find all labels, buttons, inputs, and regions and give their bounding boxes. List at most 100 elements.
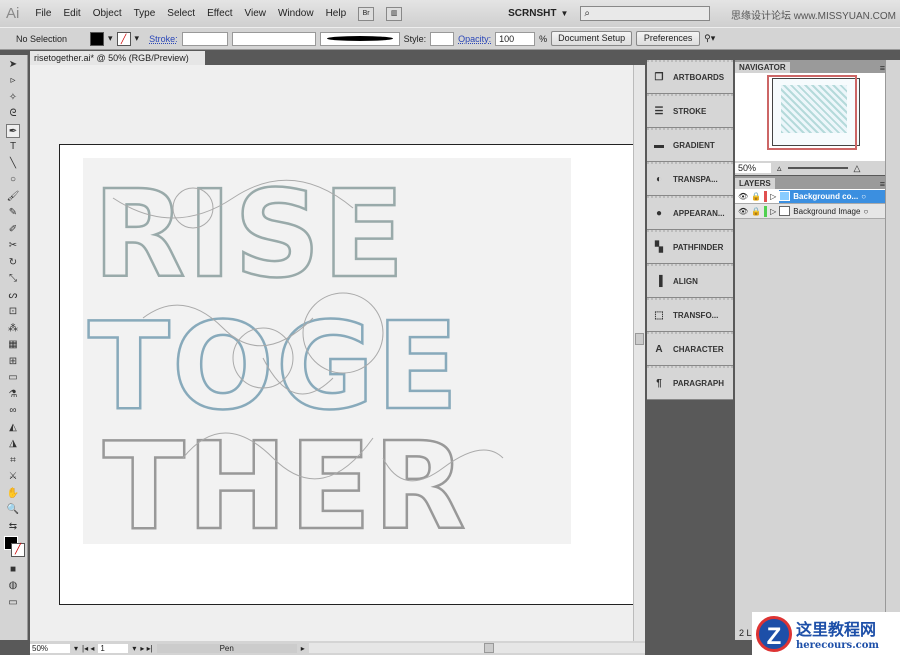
appearance-panel-button[interactable]: ●APPEARAN... xyxy=(647,196,733,230)
pencil-tool-icon[interactable]: ✎ xyxy=(6,206,20,220)
preferences-button[interactable]: Preferences xyxy=(636,31,700,46)
variable-width-dropdown[interactable] xyxy=(232,32,316,46)
zoom-in-icon[interactable]: △ xyxy=(854,163,861,174)
eyedropper-tool-icon[interactable]: ⚗ xyxy=(6,388,20,402)
current-tool-status[interactable]: Pen xyxy=(157,644,297,653)
menu-window[interactable]: Window xyxy=(278,8,314,19)
free-transform-tool-icon[interactable]: ⊡ xyxy=(6,305,20,319)
panel-scrollbar[interactable] xyxy=(885,60,900,640)
isolate-icon[interactable]: ⚲▾ xyxy=(704,33,715,44)
navigator-preview[interactable] xyxy=(735,73,885,161)
canvas[interactable]: RISE TOGE THER xyxy=(30,65,633,641)
zoom-tool-icon[interactable]: 🔍 xyxy=(6,503,20,517)
blob-brush-tool-icon[interactable]: ✐ xyxy=(6,223,20,237)
layers-tab[interactable]: LAYERS xyxy=(735,178,775,189)
bridge-button[interactable]: Br xyxy=(358,7,374,21)
style-dropdown[interactable] xyxy=(430,32,454,46)
pen-tool-icon[interactable]: ✒ xyxy=(6,124,20,138)
horizontal-scrollbar[interactable] xyxy=(309,643,645,653)
transform-panel-button[interactable]: ⬚TRANSFO... xyxy=(647,298,733,332)
layer-row[interactable]: 👁🔒 ▷ Background co...○ xyxy=(735,189,885,204)
target-circle-icon[interactable]: ○ xyxy=(863,207,868,216)
ellipse-tool-icon[interactable]: ○ xyxy=(6,173,20,187)
vertical-scrollbar[interactable] xyxy=(633,65,645,641)
direct-selection-tool-icon[interactable]: ▹ xyxy=(6,74,20,88)
sketch-artwork[interactable]: RISE TOGE THER xyxy=(83,158,571,544)
stroke-swatch[interactable]: ╱ xyxy=(117,32,131,46)
transparency-panel-button[interactable]: ◐TRANSPA... xyxy=(647,162,733,196)
line-tool-icon[interactable]: ╲ xyxy=(6,157,20,171)
fill-stroke-widget[interactable]: ╱ xyxy=(4,536,23,560)
hand-tool-icon[interactable]: ✋ xyxy=(6,487,20,501)
menu-view[interactable]: View xyxy=(244,8,266,19)
menu-edit[interactable]: Edit xyxy=(63,8,80,19)
scissors-tool-icon[interactable]: ✂ xyxy=(6,239,20,253)
first-artboard-icon[interactable]: |◂ ◂ xyxy=(82,644,94,653)
blend-tool-icon[interactable]: ∞ xyxy=(6,404,20,418)
navigator-zoom-slider[interactable] xyxy=(788,167,848,169)
artboards-panel-button[interactable]: ❐ARTBOARDS xyxy=(647,60,733,94)
magic-wand-tool-icon[interactable]: ✧ xyxy=(6,91,20,105)
warp-tool-icon[interactable]: ᔕ xyxy=(6,289,20,303)
slice-tool-icon[interactable]: ⚔ xyxy=(6,470,20,484)
brush-definition-dropdown[interactable] xyxy=(320,32,400,46)
paragraph-panel-button[interactable]: ¶PARAGRAPH xyxy=(647,366,733,400)
document-setup-button[interactable]: Document Setup xyxy=(551,31,632,46)
character-panel-button[interactable]: ACHARACTER xyxy=(647,332,733,366)
lasso-tool-icon[interactable]: ᘓ xyxy=(6,107,20,121)
opacity-link[interactable]: Opacity: xyxy=(458,34,491,44)
paintbrush-tool-icon[interactable]: 🖌 xyxy=(6,190,20,204)
lock-icon[interactable]: 🔒 xyxy=(751,192,761,201)
fill-swatch[interactable] xyxy=(90,32,104,46)
layer-row[interactable]: 👁🔒 ▷ Background Image○ xyxy=(735,204,885,219)
gradient-panel-button[interactable]: ▬GRADIENT xyxy=(647,128,733,162)
align-panel-button[interactable]: ▐ALIGN xyxy=(647,264,733,298)
draw-mode-icon[interactable]: ◍ xyxy=(6,579,20,593)
zoom-out-icon[interactable]: ▵ xyxy=(777,163,782,174)
visibility-eye-icon[interactable]: 👁 xyxy=(738,207,748,216)
live-paint-tool-icon[interactable]: ◭ xyxy=(6,421,20,435)
zoom-dropdown[interactable]: 50% xyxy=(30,644,70,653)
screen-mode-icon[interactable]: ▭ xyxy=(6,596,20,610)
mesh-tool-icon[interactable]: ⊞ xyxy=(6,355,20,369)
rotate-tool-icon[interactable]: ↻ xyxy=(6,256,20,270)
color-mode-icon[interactable]: ■ xyxy=(6,563,20,577)
gradient-tool-icon[interactable]: ▭ xyxy=(6,371,20,385)
live-paint-selection-tool-icon[interactable]: ◮ xyxy=(6,437,20,451)
layer-name[interactable]: Background Image xyxy=(793,207,860,216)
visibility-eye-icon[interactable]: 👁 xyxy=(738,192,748,201)
pathfinder-panel-button[interactable]: ▚PATHFINDER xyxy=(647,230,733,264)
swap-colors-icon[interactable]: ⇆ xyxy=(6,520,20,534)
selection-tool-icon[interactable]: ➤ xyxy=(6,58,20,72)
navigator-zoom-input[interactable]: 50% xyxy=(735,163,771,173)
workspace-switcher[interactable]: SCRNSHT xyxy=(508,8,556,19)
navigator-tab[interactable]: NAVIGATOR xyxy=(735,62,790,73)
lock-icon[interactable]: 🔒 xyxy=(751,207,761,216)
layer-name[interactable]: Background co... xyxy=(793,192,858,201)
menu-effect[interactable]: Effect xyxy=(207,8,232,19)
symbol-sprayer-tool-icon[interactable]: ⁂ xyxy=(6,322,20,336)
scale-tool-icon[interactable]: ⤡ xyxy=(6,272,20,286)
help-search-input[interactable]: ⌕ xyxy=(580,6,710,21)
opacity-input[interactable]: 100 xyxy=(495,32,535,46)
document-tab[interactable]: risetogether.ai* @ 50% (RGB/Preview) ✕ xyxy=(30,51,205,65)
arrange-documents-button[interactable]: ▥ xyxy=(386,7,402,21)
stroke-panel-button[interactable]: ☰STROKE xyxy=(647,94,733,128)
next-artboard-icon[interactable]: ▸ ▸| xyxy=(140,644,152,653)
layer-color xyxy=(764,191,767,202)
menu-help[interactable]: Help xyxy=(326,8,347,19)
menu-select[interactable]: Select xyxy=(167,8,195,19)
menu-file[interactable]: File xyxy=(35,8,51,19)
expand-triangle-icon[interactable]: ▷ xyxy=(770,207,776,216)
menu-type[interactable]: Type xyxy=(134,8,156,19)
target-circle-icon[interactable]: ○ xyxy=(861,192,866,201)
stroke-weight-dropdown[interactable] xyxy=(182,32,228,46)
menu-object[interactable]: Object xyxy=(93,8,122,19)
graph-tool-icon[interactable]: ▦ xyxy=(6,338,20,352)
stroke-link[interactable]: Stroke: xyxy=(149,34,178,44)
expand-triangle-icon[interactable]: ▷ xyxy=(770,192,776,201)
artboard-tool-icon[interactable]: ⌗ xyxy=(6,454,20,468)
navigator-view-box[interactable] xyxy=(767,75,857,150)
artboard-number-dropdown[interactable]: 1 xyxy=(98,644,128,653)
type-tool-icon[interactable]: T xyxy=(6,140,20,154)
